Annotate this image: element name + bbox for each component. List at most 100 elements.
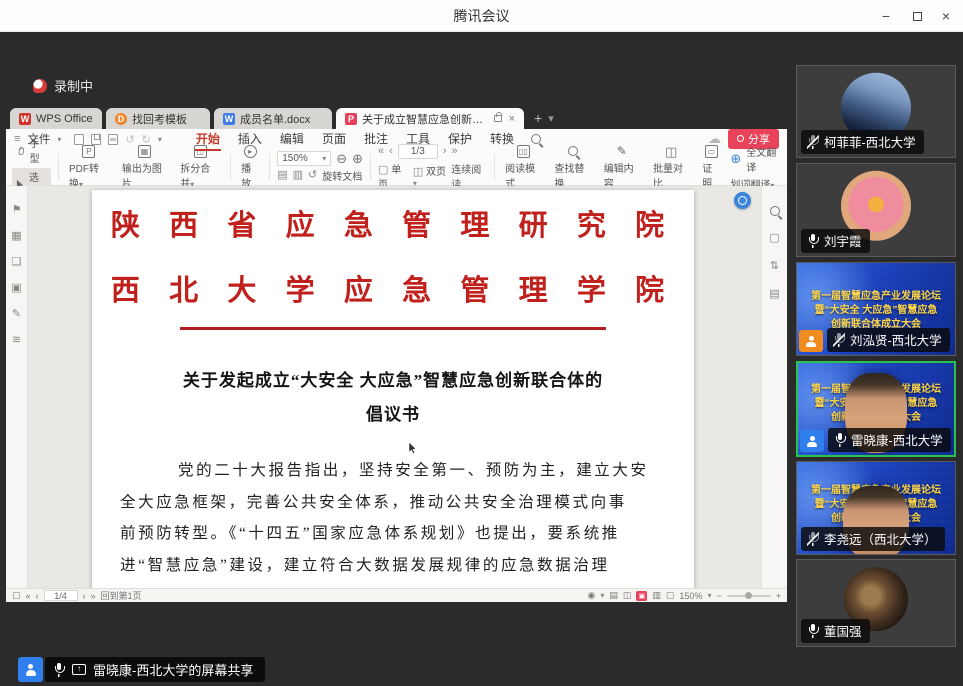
- window-close-button[interactable]: ×: [931, 0, 961, 32]
- status-page-indicator[interactable]: 1/4: [44, 590, 78, 601]
- play-button[interactable]: ▸ 播放: [238, 145, 262, 190]
- first-page-icon[interactable]: «: [26, 591, 31, 601]
- fit-width-icon[interactable]: ▥: [293, 170, 303, 181]
- export-image-button[interactable]: ▦ 输出为图片: [119, 145, 170, 190]
- ribbon-tab-protect[interactable]: 保护: [447, 129, 473, 150]
- tag-icon[interactable]: ▣: [11, 282, 23, 294]
- slide-line-2: 暨“大安全 大应急”智慧应急: [797, 304, 955, 318]
- last-page-icon[interactable]: »: [91, 591, 96, 601]
- fit-page-icon[interactable]: ▤: [277, 170, 287, 181]
- wps-pdf-toolbar: 手型 选择 P PDF转换▾ ▦ 输出为图片 ◫ 拆分合并▾: [6, 149, 787, 186]
- edit-content-button[interactable]: ✎ 编辑内容: [601, 144, 643, 190]
- file-tab-member-list[interactable]: W 成员名单.docx: [214, 108, 332, 129]
- file-tab-label: 关于成立智慧应急创新联合体: [362, 111, 487, 127]
- pen-icon[interactable]: ✎: [11, 308, 23, 320]
- ribbon-tab-edit[interactable]: 编辑: [279, 129, 305, 150]
- window-maximize-button[interactable]: [902, 0, 932, 32]
- search-icon[interactable]: [770, 206, 780, 216]
- active-view-mode-icon[interactable]: ▣: [636, 591, 647, 601]
- participant-tile-4-active-speaker[interactable]: 第一届智慧应急产业发展论坛 暨“大安全 大应急”智慧应急 创新联合体成立大会 雷…: [796, 361, 956, 457]
- ribbon-tab-convert[interactable]: 转换: [489, 129, 515, 150]
- ribbon-tabs: 开始 插入 编辑 页面 批注 工具 保护 转换: [195, 129, 541, 150]
- hand-tool-button[interactable]: 手型: [12, 134, 51, 166]
- share-banner-text: 雷晓康-西北大学的屏幕共享: [93, 660, 253, 679]
- full-translate-button[interactable]: 全文翻译: [746, 144, 781, 174]
- recording-indicator[interactable]: 录制中: [33, 76, 93, 95]
- search-icon[interactable]: [531, 134, 541, 144]
- participant-tile-2[interactable]: 刘宇霞: [796, 163, 956, 257]
- certificate-button[interactable]: ▭ 证照: [699, 145, 723, 190]
- bookmark-icon[interactable]: ⚑: [11, 204, 23, 216]
- tab-list-button[interactable]: ▾: [548, 112, 554, 125]
- file-tab-wps-office[interactable]: W WPS Office: [10, 108, 102, 129]
- mic-on-icon: [807, 234, 819, 248]
- view-mode-icon[interactable]: ◫: [623, 590, 632, 601]
- tab-close-icon[interactable]: ×: [509, 113, 515, 125]
- back-to-first-page[interactable]: 回到第1页: [101, 589, 142, 602]
- window-minimize-button[interactable]: −: [871, 0, 901, 32]
- participant-tile-5[interactable]: 第一届智慧应急产业发展论坛 暨“大安全 大应急”智慧应急 创新联合体成立大会 李…: [796, 461, 956, 555]
- more-tools-icon[interactable]: ≋: [11, 334, 23, 346]
- eye-icon[interactable]: ◉: [587, 590, 595, 601]
- zoom-out-icon[interactable]: ⊖: [336, 152, 347, 165]
- prev-page-icon[interactable]: ‹: [36, 591, 39, 601]
- participant-tile-3[interactable]: 第一届智慧应急产业发展论坛 暨“大安全 大应急”智慧应急 创新联合体成立大会 刘…: [796, 262, 956, 356]
- right-tool-strip: ▢ ⇅ ▤: [761, 186, 787, 588]
- participant-name: 李尧远（西北大学）: [824, 529, 937, 548]
- ribbon-tab-tools[interactable]: 工具: [405, 129, 431, 150]
- mouse-cursor: [408, 442, 417, 455]
- zoom-value: 150%: [282, 153, 308, 164]
- ribbon-tab-insert[interactable]: 插入: [237, 129, 263, 150]
- status-zoom-value[interactable]: 150%: [679, 591, 702, 601]
- page-layout-icon[interactable]: ▤: [769, 288, 781, 300]
- new-tab-button[interactable]: +: [534, 110, 542, 126]
- screen-share-banner[interactable]: 雷晓康-西北大学的屏幕共享: [18, 657, 265, 682]
- next-page-icon[interactable]: ›: [83, 591, 86, 601]
- prev-page-icon[interactable]: ‹: [389, 146, 393, 157]
- find-replace-button[interactable]: 查找替换: [551, 145, 593, 190]
- rotate-doc-button[interactable]: 旋转文档: [322, 168, 362, 183]
- new-doc-icon[interactable]: [74, 134, 84, 145]
- comment-icon[interactable]: ❏: [11, 256, 23, 268]
- fit-screen-icon[interactable]: ▢: [769, 232, 781, 244]
- panel-toggle-icon[interactable]: ▢: [12, 590, 21, 601]
- batch-compare-button[interactable]: ◫ 批量对比: [650, 145, 692, 190]
- view-mode-icon[interactable]: ▤: [609, 590, 618, 601]
- participant-name-pill: 柯菲菲-西北大学: [801, 130, 924, 154]
- split-merge-button[interactable]: ◫ 拆分合并▾: [177, 145, 223, 190]
- zoom-in-icon[interactable]: +: [776, 591, 781, 601]
- view-mode-icon[interactable]: ▢: [666, 590, 675, 601]
- zoom-select[interactable]: 150% ▾: [277, 151, 331, 166]
- save-icon[interactable]: [91, 134, 101, 145]
- caret-down-icon: ▾: [322, 154, 326, 163]
- print-icon[interactable]: [108, 134, 118, 145]
- ribbon-tab-comment[interactable]: 批注: [363, 129, 389, 150]
- zoom-out-icon[interactable]: −: [716, 591, 721, 601]
- file-tab-templates[interactable]: D 找回考模板: [106, 108, 210, 129]
- ribbon-tab-page[interactable]: 页面: [321, 129, 347, 150]
- participant-tile-6[interactable]: 董国强: [796, 559, 956, 647]
- read-mode-button[interactable]: ▯▯ 阅读模式: [502, 145, 544, 190]
- share-icon: [737, 135, 744, 142]
- double-page-button[interactable]: ◫ 双页▾: [413, 163, 446, 189]
- search-icon: [568, 146, 578, 156]
- rotate-left-icon[interactable]: ↺: [308, 170, 317, 181]
- minimize-icon: −: [882, 8, 890, 24]
- document-canvas[interactable]: ⚑ ▦ ❏ ▣ ✎ ≋ 陕 西 省 应 急 管 理 研 究 院 西 北 大 学 …: [6, 186, 787, 588]
- thumbnail-icon[interactable]: ▦: [11, 230, 23, 242]
- left-tool-strip: ⚑ ▦ ❏ ▣ ✎ ≋: [6, 186, 28, 588]
- zoom-in-icon[interactable]: ⊕: [352, 152, 363, 165]
- document-title-line-2: 倡议书: [92, 400, 694, 425]
- view-mode-icon[interactable]: ▥: [652, 590, 661, 601]
- ribbon-tab-home[interactable]: 开始: [195, 129, 221, 150]
- pdf-convert-button[interactable]: P PDF转换▾: [66, 145, 112, 190]
- scroll-icon[interactable]: ⇅: [769, 260, 781, 272]
- wps-assistant-button[interactable]: [734, 192, 751, 209]
- hand-icon: [16, 145, 26, 156]
- file-tab-active-document[interactable]: P 关于成立智慧应急创新联合体 ×: [336, 108, 524, 129]
- next-page-icon[interactable]: ›: [443, 146, 447, 157]
- zoom-slider[interactable]: [727, 595, 771, 597]
- participant-tile-1[interactable]: 柯菲菲-西北大学: [796, 65, 956, 158]
- participant-name-pill: 李尧远（西北大学）: [801, 527, 945, 551]
- caret-down-icon[interactable]: ▾: [158, 135, 162, 144]
